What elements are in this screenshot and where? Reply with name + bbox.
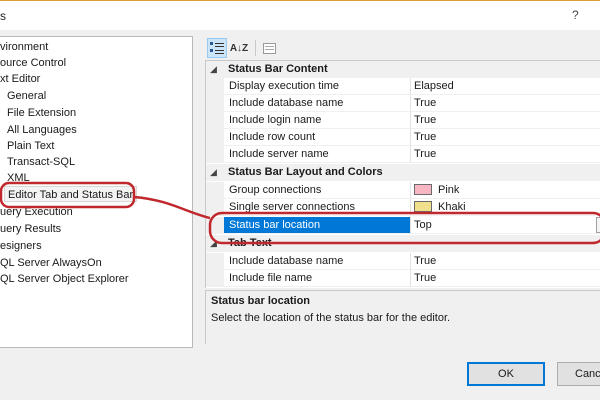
tree-item-query-execution[interactable]: uery Execution [0,204,73,220]
row-gutter [206,253,224,270]
property-value-color[interactable]: Khaki [411,199,600,216]
property-value[interactable]: True [411,112,600,129]
title-bar: s ? [0,0,600,30]
property-name: Include login name [224,112,411,129]
tree-item-transact-sql[interactable]: Transact-SQL [7,154,75,170]
tree-item-designers[interactable]: esigners [0,238,42,254]
category-label: Status Bar Layout and Colors [228,166,383,178]
row-gutter [206,270,224,287]
tree-item-xml[interactable]: XML [7,170,30,186]
property-value[interactable]: Elapsed [411,78,600,95]
row-gutter [206,199,224,216]
property-grid-toolbar: A↓Z [207,38,287,58]
description-pane: Status bar location Select the location … [205,290,600,344]
property-pages-icon [262,42,276,54]
property-row[interactable]: Single server connections Khaki [206,199,600,216]
tree-item-plain-text[interactable]: Plain Text [7,138,55,154]
property-row[interactable]: Display execution time Elapsed [206,78,600,95]
ok-button[interactable]: OK [467,362,545,386]
property-value[interactable]: True [411,146,600,163]
property-name: Include database name [224,95,411,112]
color-name: Khaki [438,201,466,213]
category-label: Status Bar Content [228,63,328,75]
property-name: Display execution time [224,78,411,95]
color-name: Pink [438,184,460,196]
tree-item-all-languages[interactable]: All Languages [7,122,77,138]
location-dropdown-button[interactable] [596,217,600,233]
collapse-chevron-icon[interactable]: ◢ [210,235,217,252]
property-row[interactable]: Include file name True [206,270,600,287]
property-row[interactable]: Include database name True [206,253,600,270]
property-pages-button[interactable] [259,38,279,58]
tree-item-query-results[interactable]: uery Results [0,221,61,237]
property-value[interactable]: True [411,253,600,270]
row-gutter [206,78,224,95]
property-row-status-bar-location[interactable]: Status bar location Top [206,217,600,234]
description-text: Select the location of the status bar fo… [211,312,451,324]
row-gutter [206,129,224,146]
collapse-chevron-icon[interactable]: ◢ [210,164,217,181]
property-grid: ◢ Status Bar Content Display execution t… [205,60,600,288]
property-value[interactable]: Top [411,217,600,234]
collapse-chevron-icon[interactable]: ◢ [210,61,217,78]
window-title: s [0,9,6,23]
property-row[interactable]: Group connections Pink [206,182,600,199]
options-tree: vironment ource Control xt Editor Genera… [0,36,193,348]
property-name: Group connections [224,182,411,199]
tree-item-sql-server-object-explorer[interactable]: QL Server Object Explorer [0,271,129,287]
tree-item-file-extension[interactable]: File Extension [7,105,76,121]
property-row[interactable]: Include server name True [206,146,600,163]
help-button[interactable]: ? [572,8,579,22]
property-value[interactable]: True [411,95,600,112]
tree-item-sql-server-alwayson[interactable]: QL Server AlwaysOn [0,255,102,271]
toolbar-separator [255,40,256,56]
property-name: Include database name [224,253,411,270]
categorized-icon [210,42,224,54]
property-row[interactable]: Include database name True [206,95,600,112]
tree-item-source-control[interactable]: ource Control [0,55,66,71]
alphabetical-button[interactable]: A↓Z [229,38,249,58]
category-tab-text[interactable]: ◢ Tab Text [206,235,600,252]
property-name: Include server name [224,146,411,163]
row-gutter [206,217,224,234]
property-row[interactable]: Include row count True [206,129,600,146]
property-value[interactable]: True [411,270,600,287]
tree-item-text-editor[interactable]: xt Editor [0,71,40,87]
property-value-color[interactable]: Pink [411,182,600,199]
category-status-bar-layout-and-colors[interactable]: ◢ Status Bar Layout and Colors [206,164,600,181]
property-name: Include row count [224,129,411,146]
khaki-swatch [414,201,432,212]
cancel-button[interactable]: Canc [557,362,600,386]
categorized-button[interactable] [207,38,227,58]
description-title: Status bar location [211,295,311,307]
property-name: Include file name [224,270,411,287]
category-status-bar-content[interactable]: ◢ Status Bar Content [206,61,600,78]
row-gutter [206,146,224,163]
property-row[interactable]: Include login name True [206,112,600,129]
row-gutter [206,182,224,199]
row-gutter [206,112,224,129]
property-value[interactable]: True [411,129,600,146]
category-label: Tab Text [228,237,272,249]
pink-swatch [414,184,432,195]
tree-item-editor-tab-and-status-bar[interactable]: Editor Tab and Status Bar [4,186,138,202]
tree-item-general[interactable]: General [7,88,46,104]
row-gutter [206,95,224,112]
tree-item-environment[interactable]: vironment [0,39,48,55]
property-name: Single server connections [224,199,411,216]
property-name: Status bar location [224,217,411,234]
